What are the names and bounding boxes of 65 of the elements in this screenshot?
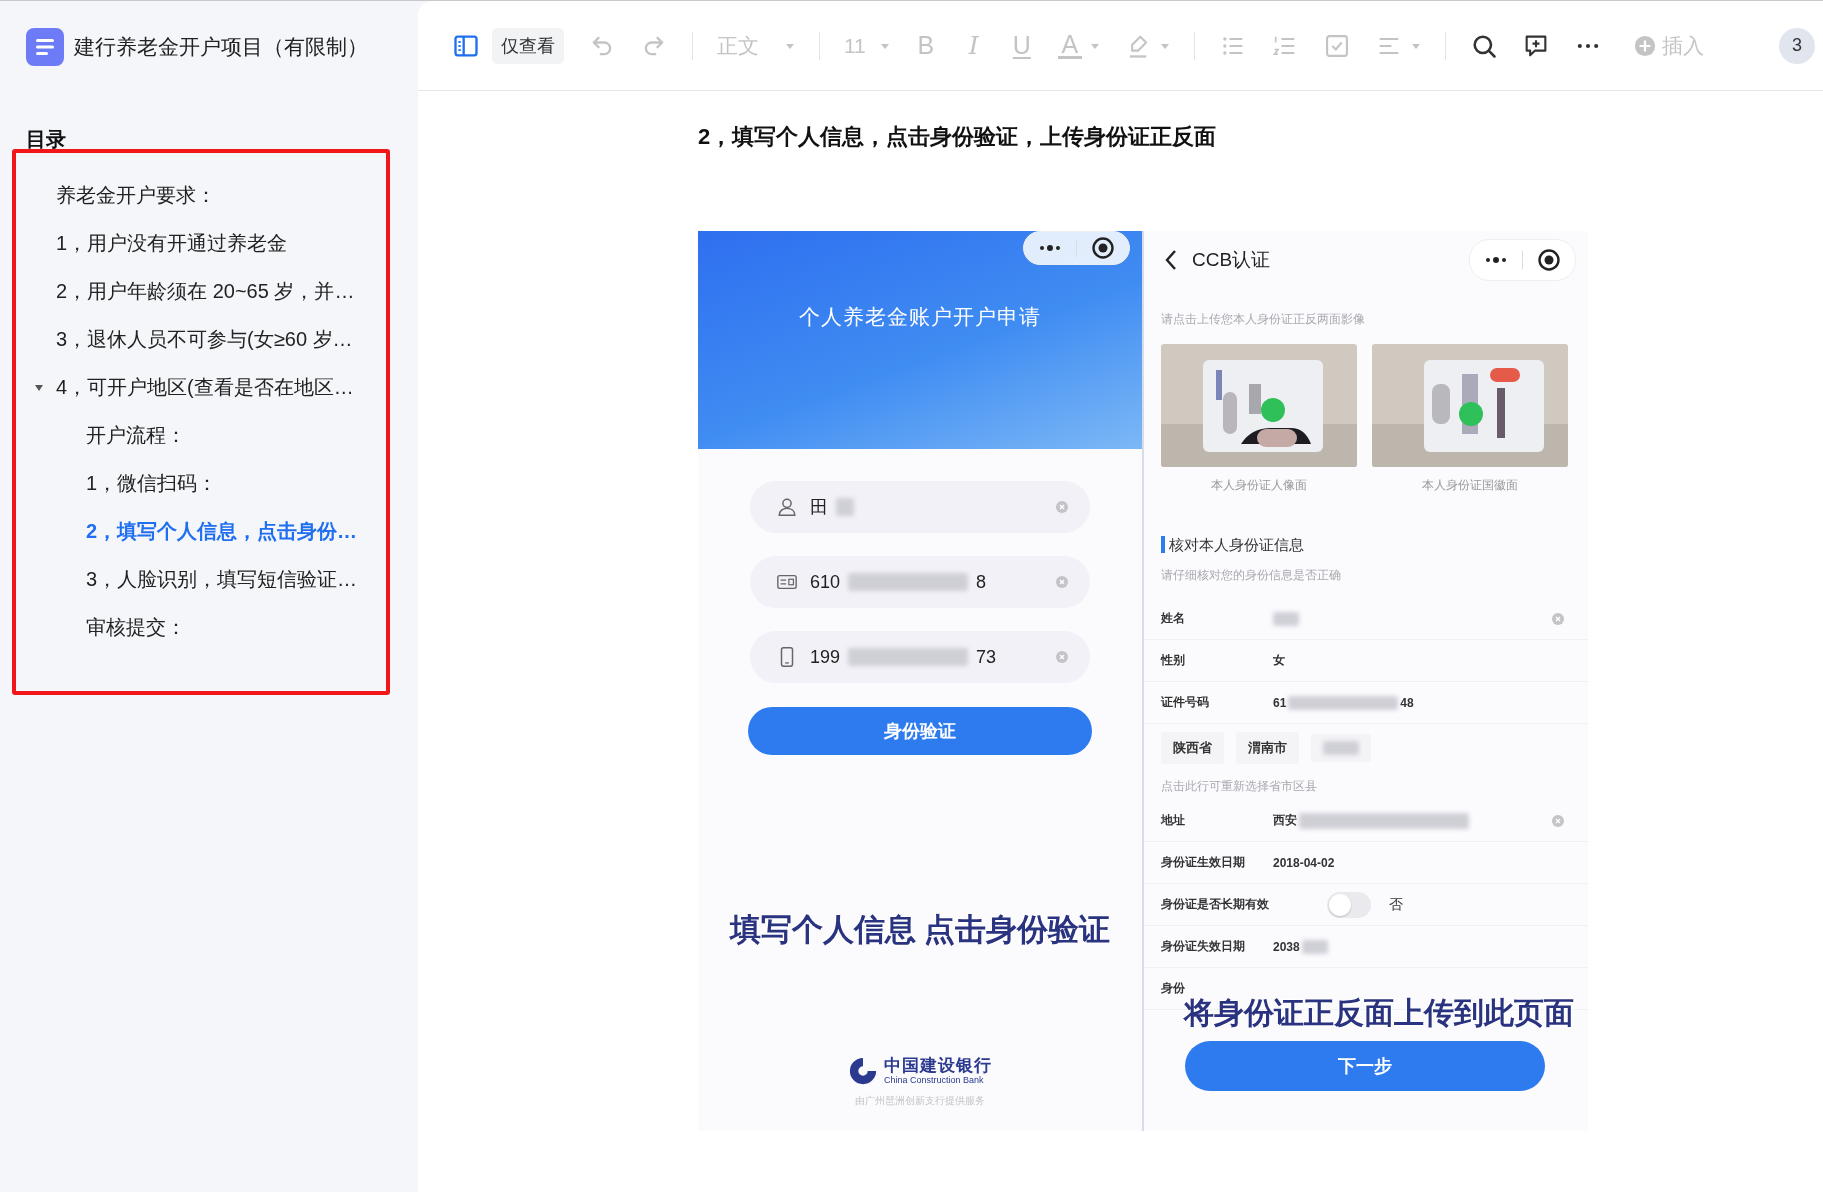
field-label: 性别 <box>1161 652 1186 669</box>
clear-icon[interactable] <box>1056 651 1068 663</box>
document-title: 建行养老金开户项目（有限制） <box>74 34 368 60</box>
region-hint: 点击此行可重新选择省市区县 <box>1161 777 1317 795</box>
field-label: 身份证失效日期 <box>1161 938 1246 955</box>
bank-logo-icon <box>848 1056 878 1086</box>
photo-caption: 本人身份证人像面 <box>1211 477 1307 494</box>
outline-item[interactable]: 3，人脸识别，填写短信验证… <box>16 555 386 603</box>
input-field[interactable]: 610 8 <box>750 556 1090 608</box>
clear-icon[interactable] <box>1552 814 1564 827</box>
outline-item[interactable]: 1，用户没有开通过养老金 <box>16 219 386 267</box>
field-label: 身份 <box>1161 980 1186 997</box>
outline-item[interactable]: 1，微信扫码： <box>16 459 386 507</box>
field-label: 身份证生效日期 <box>1161 854 1246 871</box>
outline-item[interactable]: 审核提交： <box>16 603 386 651</box>
input-field[interactable]: 田 <box>750 481 1090 533</box>
back-icon[interactable] <box>1164 248 1178 272</box>
toggle-switch[interactable] <box>1327 891 1371 918</box>
field-value: 48 <box>1400 695 1414 710</box>
outline-item[interactable]: 3，退休人员不可参与(女≥60 岁… <box>16 315 386 363</box>
target-icon[interactable] <box>1537 248 1561 272</box>
clear-icon[interactable] <box>1552 612 1564 625</box>
region-chip[interactable] <box>1311 734 1371 762</box>
outline-title: 目录 <box>25 127 67 152</box>
outline-item[interactable]: 2，填写个人信息，点击身份… <box>16 507 386 555</box>
overlay-caption: 将身份证正反面上传到此页面 <box>1184 995 1574 1031</box>
outline-item[interactable]: 2，用户年龄须在 20~65 岁，并… <box>16 267 386 315</box>
clear-icon[interactable] <box>1056 576 1068 588</box>
photo-caption: 本人身份证国徽面 <box>1422 477 1518 494</box>
bank-name: 中国建设银行 <box>884 1056 992 1075</box>
section-title: 核对本人身份证信息 <box>1161 536 1588 553</box>
next-step-button[interactable]: 下一步 <box>1185 1041 1545 1091</box>
region-chip[interactable]: 渭南市 <box>1236 732 1299 764</box>
outline-item[interactable]: 开户流程： <box>16 411 386 459</box>
region-chip[interactable]: 陕西省 <box>1161 732 1224 764</box>
field-value: 女 <box>1273 652 1285 669</box>
plus-icon <box>1633 34 1656 57</box>
target-icon[interactable] <box>1091 236 1115 260</box>
collaborator-count[interactable]: 3 <box>1779 27 1815 64</box>
more-icon[interactable] <box>1038 243 1062 253</box>
overlay-caption: 填写个人信息 点击身份验证 <box>728 911 1112 949</box>
field-value: 2018-04-02 <box>1273 855 1335 870</box>
input-field[interactable]: 199 73 <box>750 631 1090 683</box>
screen-title: CCB认证 <box>1192 248 1271 272</box>
field-label: 证件号码 <box>1161 694 1210 711</box>
outline-item[interactable]: 4，可开户地区(查看是否在地区… <box>16 363 386 411</box>
field-label: 地址 <box>1161 812 1186 829</box>
screen-title: 个人养老金账户开户申请 <box>798 304 1042 330</box>
outline-item[interactable]: 养老金开户要求： <box>16 171 386 219</box>
document-icon <box>26 28 64 66</box>
field-value: 61 <box>1273 695 1287 710</box>
field-label: 姓名 <box>1161 610 1186 627</box>
switch-value: 否 <box>1389 895 1403 914</box>
section-heading: 2，填写个人信息，点击身份验证，上传身份证正反面 <box>698 123 1218 151</box>
view-mode-button[interactable]: 仅查看 <box>492 27 564 64</box>
section-hint: 请仔细核对您的身份信息是否正确 <box>1160 567 1342 584</box>
person-icon <box>776 496 798 518</box>
field-label: 身份证是否长期有效 <box>1161 896 1270 913</box>
field-value: 2038 <box>1273 939 1300 954</box>
clear-icon[interactable] <box>1056 501 1068 513</box>
more-icon[interactable] <box>1484 255 1508 265</box>
bank-name-english: China Construction Bank <box>884 1075 985 1086</box>
field-value: 西安 <box>1273 812 1297 829</box>
upload-hint: 请点击上传您本人身份证正反两面影像 <box>1160 311 1366 328</box>
verify-button[interactable]: 身份验证 <box>748 707 1092 755</box>
